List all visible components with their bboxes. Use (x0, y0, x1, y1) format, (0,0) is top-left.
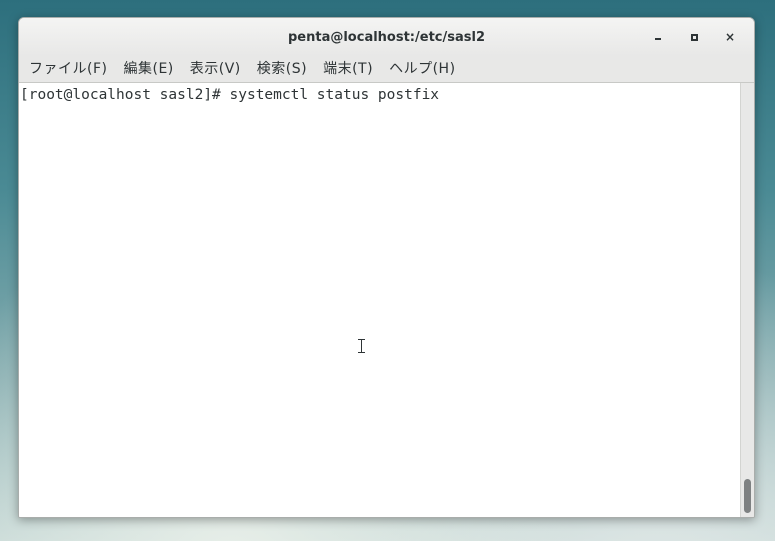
minimize-icon (655, 38, 661, 40)
terminal-window: penta@localhost:/etc/sasl2 × ファイル(F) 編集(… (18, 17, 755, 518)
terminal-line: [root@localhost sasl2]# systemctl status… (20, 87, 440, 103)
ibeam-cursor-icon (358, 339, 366, 353)
close-button[interactable]: × (712, 23, 748, 51)
minimize-button[interactable] (640, 23, 676, 51)
menu-view[interactable]: 表示(V) (182, 56, 249, 83)
close-icon: × (724, 30, 736, 44)
title-bar[interactable]: penta@localhost:/etc/sasl2 × (19, 18, 754, 56)
menu-bar: ファイル(F) 編集(E) 表示(V) 検索(S) 端末(T) ヘルプ(H) (19, 56, 754, 83)
menu-file[interactable]: ファイル(F) (21, 56, 115, 83)
maximize-button[interactable] (676, 23, 712, 51)
menu-help[interactable]: ヘルプ(H) (381, 56, 463, 83)
scrollbar-thumb[interactable] (744, 479, 751, 513)
menu-edit[interactable]: 編集(E) (115, 56, 181, 83)
menu-terminal[interactable]: 端末(T) (315, 56, 381, 83)
menu-search[interactable]: 検索(S) (249, 56, 315, 83)
window-controls: × (640, 18, 748, 56)
desktop-background: penta@localhost:/etc/sasl2 × ファイル(F) 編集(… (0, 0, 775, 541)
window-title: penta@localhost:/etc/sasl2 (287, 29, 485, 45)
maximize-icon (690, 33, 698, 41)
terminal-output[interactable]: [root@localhost sasl2]# systemctl status… (19, 83, 740, 517)
vertical-scrollbar[interactable] (740, 83, 754, 517)
